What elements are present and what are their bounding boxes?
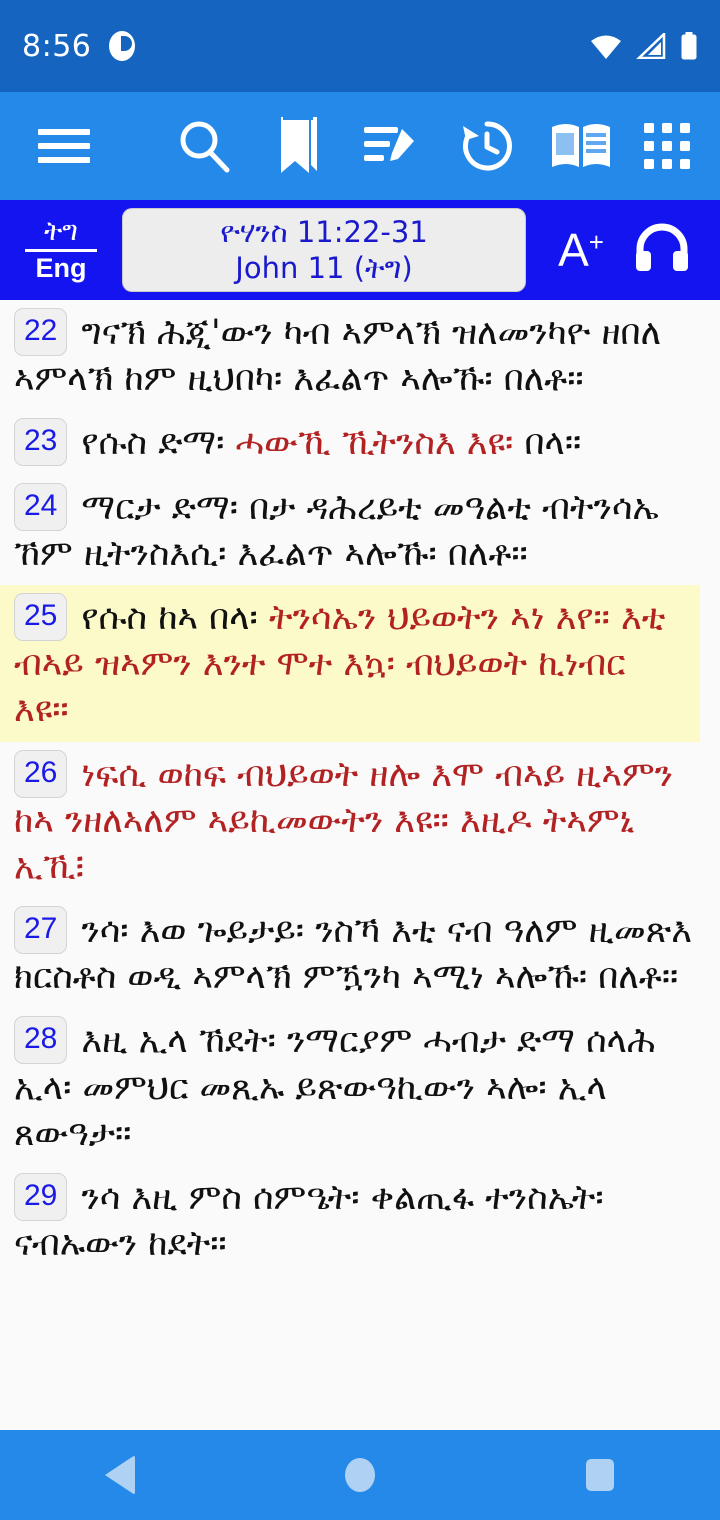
verse-text: 26 ነፍሲ ወከፍ ብህይወት ዘሎ እሞ ብኣይ ዚኣምን ከኣ ንዘለኣለም…	[14, 749, 700, 891]
verse-block[interactable]: 28 እዚ ኢላ ኸደት፡ ንማርያም ሓብታ ድማ ሰላሕ ኢላ፡ መምህር መ…	[0, 1008, 720, 1165]
audio-button[interactable]	[622, 223, 702, 277]
verse-segment-narrative: እዚ ኢላ ኸደት፡ ንማርያም ሓብታ ድማ ሰላሕ ኢላ፡ መምህር መጺኡ…	[14, 1021, 656, 1154]
verse-text: 23 የሱስ ድማ፡ ሓውኺ ኺትንስእ እዩ፡ በላ።	[14, 418, 700, 467]
language-toggle-top-label: ትግ	[44, 215, 78, 247]
apps-button[interactable]	[628, 92, 706, 200]
status-time: 8:56	[22, 28, 92, 64]
menu-button[interactable]	[22, 92, 106, 200]
verse-segment-words-of-jesus: ነፍሲ ወከፍ ብህይወት ዘሎ እሞ ብኣይ ዚኣምን ከኣ ንዘለኣለም ኣ…	[14, 754, 674, 887]
font-size-button[interactable]: A +	[540, 227, 622, 273]
app-toolbar	[0, 92, 720, 200]
system-navigation-bar	[0, 1430, 720, 1520]
verse-number[interactable]: 22	[14, 308, 68, 356]
headphones-icon	[634, 223, 690, 277]
recents-square-icon	[586, 1459, 614, 1491]
reference-line-english: John 11 (ትግ)	[235, 251, 413, 285]
language-toggle-divider	[25, 249, 97, 252]
verse-segment-narrative: ግናኽ ሕጂ'ውን ካብ ኣምላኽ ዝለመንካዮ ዘበለ ኣምላኽ ከም ዚህበ…	[14, 313, 662, 400]
history-clock-icon	[459, 118, 515, 174]
verse-number[interactable]: 27	[14, 906, 68, 955]
verse-segment-narrative: ማርታ ድማ፡ በታ ዳሕረይቲ መዓልቲ ብትንሳኤ ኸም ዚትንስእሲ፡ እ…	[14, 487, 659, 574]
verse-number[interactable]: 24	[14, 482, 68, 531]
bookmark-icon	[273, 115, 323, 177]
verse-segment-narrative: የሱስ ድማ፡	[81, 423, 236, 464]
status-bar: 8:56	[0, 0, 720, 92]
reference-line-native: ዮሃንስ 11:22-31	[220, 214, 428, 249]
verse-block[interactable]: 29 ንሳ እዚ ምስ ሰምዔት፡ ቀልጢፋ ተንስኤት፡ ናብኡውን ከደት።	[0, 1165, 720, 1275]
verse-block[interactable]: 23 የሱስ ድማ፡ ሓውኺ ኺትንስእ እዩ፡ በላ።	[0, 410, 720, 474]
system-back-button[interactable]	[30, 1430, 210, 1520]
language-toggle-bottom-label: Eng	[35, 253, 87, 283]
verse-block[interactable]: 26 ነፍሲ ወከፍ ብህይወት ዘሎ እሞ ብኣይ ዚኣምን ከኣ ንዘለኣለም…	[0, 742, 720, 899]
status-bar-left: 8:56	[22, 28, 136, 64]
system-home-button[interactable]	[270, 1430, 450, 1520]
note-edit-icon	[364, 121, 420, 171]
language-toggle-button[interactable]: ትግ Eng	[18, 215, 104, 283]
history-button[interactable]	[439, 92, 533, 200]
verse-text: 27 ንሳ፡ እወ ጐይታይ፡ ንስኻ እቲ ናብ ዓለም ዚመጽእ ክርስቶስ …	[14, 906, 700, 1000]
hamburger-menu-icon	[38, 127, 91, 165]
verse-number[interactable]: 29	[14, 1173, 68, 1221]
status-bar-right	[590, 32, 698, 60]
verse-number[interactable]: 28	[14, 1016, 68, 1065]
reference-navbar: ትግ Eng ዮሃንስ 11:22-31 John 11 (ትግ) A +	[0, 200, 720, 300]
wifi-icon	[590, 33, 622, 59]
verse-block[interactable]: 25 የሱስ ከኣ በላ፡ ትንሳኤን ህይወትን ኣነ እየ። እቲ ብኣይ ዝ…	[0, 584, 700, 742]
verse-segment-narrative: ንሳ፡ እወ ጐይታይ፡ ንስኻ እቲ ናብ ዓለም ዚመጽእ ክርስቶስ ወዲ…	[14, 911, 692, 998]
system-recents-button[interactable]	[510, 1430, 690, 1520]
verse-segment-narrative: የሱስ ከኣ በላ፡	[81, 597, 269, 638]
app-notification-icon	[109, 31, 136, 61]
reference-selector[interactable]: ዮሃንስ 11:22-31 John 11 (ትግ)	[122, 208, 526, 292]
cellular-signal-icon	[636, 33, 666, 59]
scripture-reader[interactable]: 22 ግናኽ ሕጂ'ውን ካብ ኣምላኽ ዝለመንካዮ ዘበለ ኣምላኽ ከም ዚ…	[0, 300, 720, 1430]
notes-button[interactable]	[345, 92, 439, 200]
verse-block[interactable]: 24 ማርታ ድማ፡ በታ ዳሕረይቲ መዓልቲ ብትንሳኤ ኸም ዚትንስእሲ፡…	[0, 475, 720, 585]
font-size-plus: +	[588, 227, 604, 257]
app-root: 8:56 ትግ Eng ዮሃንስ 11:22-31 John 11 (ትግ) A…	[0, 0, 720, 1520]
home-circle-icon	[345, 1458, 375, 1492]
verse-number[interactable]: 23	[14, 418, 68, 467]
back-triangle-icon	[105, 1455, 135, 1495]
search-button[interactable]	[157, 92, 251, 200]
read-button[interactable]	[534, 92, 628, 200]
verse-number[interactable]: 25	[14, 592, 68, 641]
verse-block[interactable]: 27 ንሳ፡ እወ ጐይታይ፡ ንስኻ እቲ ናብ ዓለም ዚመጽእ ክርስቶስ …	[0, 898, 720, 1008]
bookmark-button[interactable]	[251, 92, 345, 200]
verse-text: 29 ንሳ እዚ ምስ ሰምዔት፡ ቀልጢፋ ተንስኤት፡ ናብኡውን ከደት።	[14, 1173, 700, 1267]
verse-text: 24 ማርታ ድማ፡ በታ ዳሕረይቲ መዓልቲ ብትንሳኤ ኸም ዚትንስእሲ፡…	[14, 482, 700, 577]
verse-text: 28 እዚ ኢላ ኸደት፡ ንማርያም ሓብታ ድማ ሰላሕ ኢላ፡ መምህር መ…	[14, 1016, 700, 1157]
verse-segment-narrative: ንሳ እዚ ምስ ሰምዔት፡ ቀልጢፋ ተንስኤት፡ ናብኡውን ከደት።	[14, 1178, 604, 1265]
font-size-letter: A	[558, 224, 589, 276]
open-book-icon	[550, 121, 612, 171]
verse-block[interactable]: 22 ግናኽ ሕጂ'ውን ካብ ኣምላኽ ዝለመንካዮ ዘበለ ኣምላኽ ከም ዚ…	[0, 300, 720, 410]
verse-segment-words-of-jesus: ሓውኺ ኺትንስእ እዩ፡	[235, 423, 525, 464]
verse-number[interactable]: 26	[14, 749, 68, 798]
grid-apps-icon	[643, 123, 690, 169]
verse-text: 25 የሱስ ከኣ በላ፡ ትንሳኤን ህይወትን ኣነ እየ። እቲ ብኣይ ዝ…	[14, 592, 680, 734]
battery-full-icon	[680, 32, 698, 60]
search-icon	[177, 119, 231, 173]
verse-text: 22 ግናኽ ሕጂ'ውን ካብ ኣምላኽ ዝለመንካዮ ዘበለ ኣምላኽ ከም ዚ…	[14, 308, 700, 402]
verse-segment-narrative: በላ።	[524, 423, 582, 464]
